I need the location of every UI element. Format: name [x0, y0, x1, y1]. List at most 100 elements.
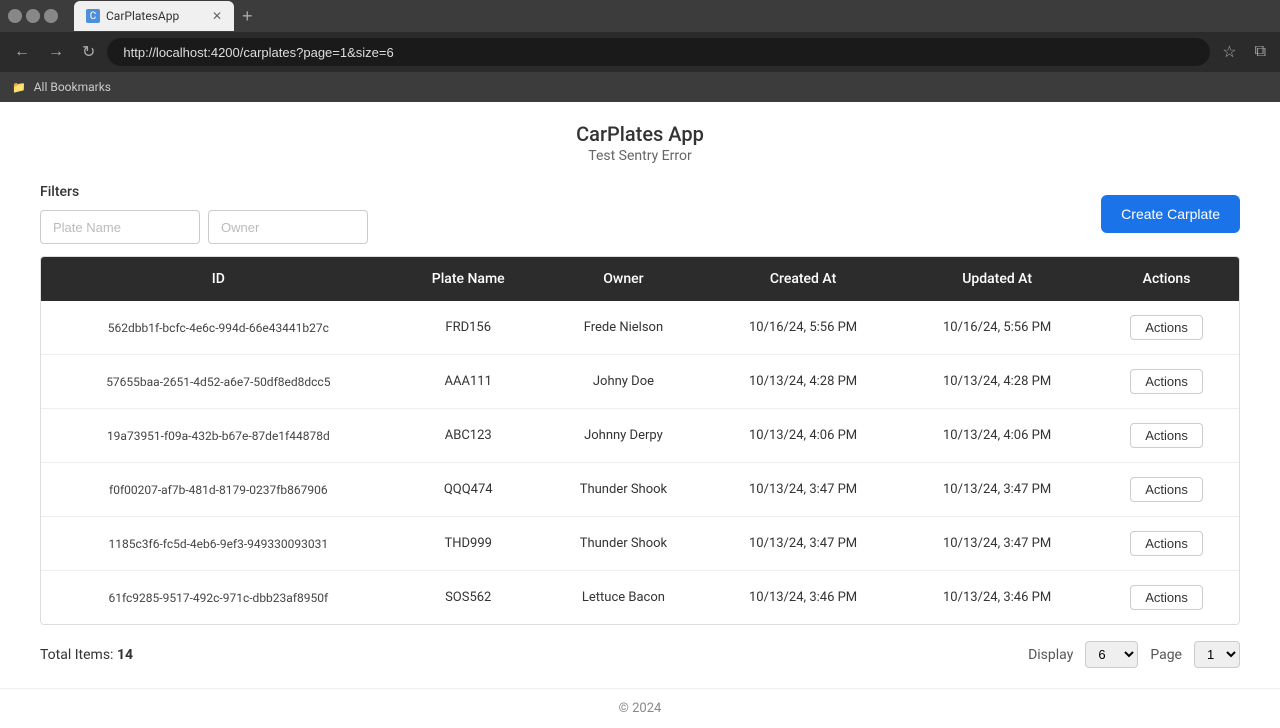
pagination-controls: Display 6102050 Page 123	[1028, 641, 1240, 668]
page-label: Page	[1150, 647, 1182, 663]
carplates-table-wrapper: ID Plate Name Owner Created At Updated A…	[40, 256, 1240, 625]
table-row: 562dbb1f-bcfc-4e6c-994d-66e43441b27c FRD…	[41, 301, 1239, 355]
table-row: 61fc9285-9517-492c-971c-dbb23af8950f SOS…	[41, 571, 1239, 625]
display-size-select[interactable]: 6102050	[1085, 641, 1138, 668]
create-carplate-button[interactable]: Create Carplate	[1101, 195, 1240, 233]
cell-id: 57655baa-2651-4d52-a6e7-50df8ed8dcc5	[41, 355, 396, 409]
tab-title: CarPlatesApp	[106, 9, 179, 23]
table-row: 57655baa-2651-4d52-a6e7-50df8ed8dcc5 AAA…	[41, 355, 1239, 409]
actions-button[interactable]: Actions	[1130, 531, 1203, 556]
page-title: CarPlates App	[40, 122, 1240, 146]
cell-updated-at: 10/13/24, 4:28 PM	[900, 355, 1094, 409]
browser-chrome: C CarPlatesApp ✕ + ← → ↻ ☆ ⧉ 📁 All Bookm…	[0, 0, 1280, 102]
cell-owner: Thunder Shook	[541, 463, 706, 517]
refresh-button[interactable]: ↻	[76, 38, 101, 66]
page-content: CarPlates App Test Sentry Error Filters …	[0, 102, 1280, 688]
actions-button[interactable]: Actions	[1130, 423, 1203, 448]
table-footer: Total Items: 14 Display 6102050 Page 123	[40, 641, 1240, 668]
cell-id: 1185c3f6-fc5d-4eb6-9ef3-949330093031	[41, 517, 396, 571]
cell-plate-name: SOS562	[396, 571, 541, 625]
cell-owner: Lettuce Bacon	[541, 571, 706, 625]
table-row: 19a73951-f09a-432b-b67e-87de1f44878d ABC…	[41, 409, 1239, 463]
filters-container: Filters	[40, 184, 368, 244]
tab-close-button[interactable]: ✕	[212, 9, 222, 23]
bookmark-bar: 📁 All Bookmarks	[0, 72, 1280, 102]
cell-actions: Actions	[1094, 409, 1239, 463]
close-button[interactable]	[44, 9, 58, 23]
cell-actions: Actions	[1094, 355, 1239, 409]
bookmark-star-icon[interactable]: ☆	[1216, 38, 1242, 66]
address-bar-row: ← → ↻ ☆ ⧉	[0, 32, 1280, 72]
maximize-button[interactable]	[26, 9, 40, 23]
back-button[interactable]: ←	[8, 39, 36, 65]
actions-button[interactable]: Actions	[1130, 585, 1203, 610]
table-header-row: ID Plate Name Owner Created At Updated A…	[41, 257, 1239, 301]
cell-plate-name: ABC123	[396, 409, 541, 463]
cell-updated-at: 10/13/24, 3:46 PM	[900, 571, 1094, 625]
actions-button[interactable]: Actions	[1130, 369, 1203, 394]
total-items: Total Items: 14	[40, 647, 133, 663]
cell-actions: Actions	[1094, 463, 1239, 517]
cell-updated-at: 10/13/24, 4:06 PM	[900, 409, 1094, 463]
cell-actions: Actions	[1094, 301, 1239, 355]
cell-id: 562dbb1f-bcfc-4e6c-994d-66e43441b27c	[41, 301, 396, 355]
col-header-owner: Owner	[541, 257, 706, 301]
cell-created-at: 10/13/24, 3:47 PM	[706, 463, 900, 517]
col-header-id: ID	[41, 257, 396, 301]
cell-plate-name: AAA111	[396, 355, 541, 409]
browser-titlebar: C CarPlatesApp ✕ +	[0, 0, 1280, 32]
cell-owner: Frede Nielson	[541, 301, 706, 355]
filters-section: Filters Create Carplate	[40, 184, 1240, 244]
col-header-plate-name: Plate Name	[396, 257, 541, 301]
filters-row	[40, 210, 368, 244]
cell-created-at: 10/16/24, 5:56 PM	[706, 301, 900, 355]
cell-updated-at: 10/13/24, 3:47 PM	[900, 517, 1094, 571]
copyright: © 2024	[619, 701, 662, 716]
cell-plate-name: THD999	[396, 517, 541, 571]
cell-id: f0f00207-af7b-481d-8179-0237fb867906	[41, 463, 396, 517]
table-row: f0f00207-af7b-481d-8179-0237fb867906 QQQ…	[41, 463, 1239, 517]
actions-button[interactable]: Actions	[1130, 315, 1203, 340]
minimize-button[interactable]	[8, 9, 22, 23]
cell-updated-at: 10/13/24, 3:47 PM	[900, 463, 1094, 517]
page-number-select[interactable]: 123	[1194, 641, 1240, 668]
cell-id: 61fc9285-9517-492c-971c-dbb23af8950f	[41, 571, 396, 625]
filters-label: Filters	[40, 184, 368, 200]
page-header: CarPlates App Test Sentry Error	[40, 122, 1240, 164]
window-controls	[8, 9, 58, 23]
address-input[interactable]	[107, 38, 1210, 66]
cell-created-at: 10/13/24, 3:47 PM	[706, 517, 900, 571]
cell-owner: Johny Doe	[541, 355, 706, 409]
cell-plate-name: QQQ474	[396, 463, 541, 517]
carplates-table: ID Plate Name Owner Created At Updated A…	[41, 257, 1239, 624]
cell-created-at: 10/13/24, 4:06 PM	[706, 409, 900, 463]
cell-created-at: 10/13/24, 3:46 PM	[706, 571, 900, 625]
col-header-updated-at: Updated At	[900, 257, 1094, 301]
table-row: 1185c3f6-fc5d-4eb6-9ef3-949330093031 THD…	[41, 517, 1239, 571]
forward-button[interactable]: →	[42, 39, 70, 65]
cell-id: 19a73951-f09a-432b-b67e-87de1f44878d	[41, 409, 396, 463]
cell-actions: Actions	[1094, 517, 1239, 571]
display-label: Display	[1028, 647, 1073, 663]
page-subtitle: Test Sentry Error	[40, 148, 1240, 164]
bookmark-label: All Bookmarks	[34, 80, 111, 94]
plate-name-input[interactable]	[40, 210, 200, 244]
extensions-icon[interactable]: ⧉	[1249, 39, 1272, 65]
cell-updated-at: 10/16/24, 5:56 PM	[900, 301, 1094, 355]
cell-owner: Thunder Shook	[541, 517, 706, 571]
cell-actions: Actions	[1094, 571, 1239, 625]
actions-button[interactable]: Actions	[1130, 477, 1203, 502]
tab-bar: C CarPlatesApp ✕ +	[66, 0, 1272, 32]
cell-plate-name: FRD156	[396, 301, 541, 355]
total-items-count: 14	[117, 647, 133, 663]
total-items-label: Total Items:	[40, 647, 113, 663]
owner-input[interactable]	[208, 210, 368, 244]
col-header-actions: Actions	[1094, 257, 1239, 301]
active-tab[interactable]: C CarPlatesApp ✕	[74, 1, 234, 31]
cell-created-at: 10/13/24, 4:28 PM	[706, 355, 900, 409]
cell-owner: Johnny Derpy	[541, 409, 706, 463]
new-tab-button[interactable]: +	[234, 6, 261, 27]
page-footer: © 2024	[0, 688, 1280, 728]
bookmark-folder-icon: 📁	[12, 81, 26, 94]
col-header-created-at: Created At	[706, 257, 900, 301]
